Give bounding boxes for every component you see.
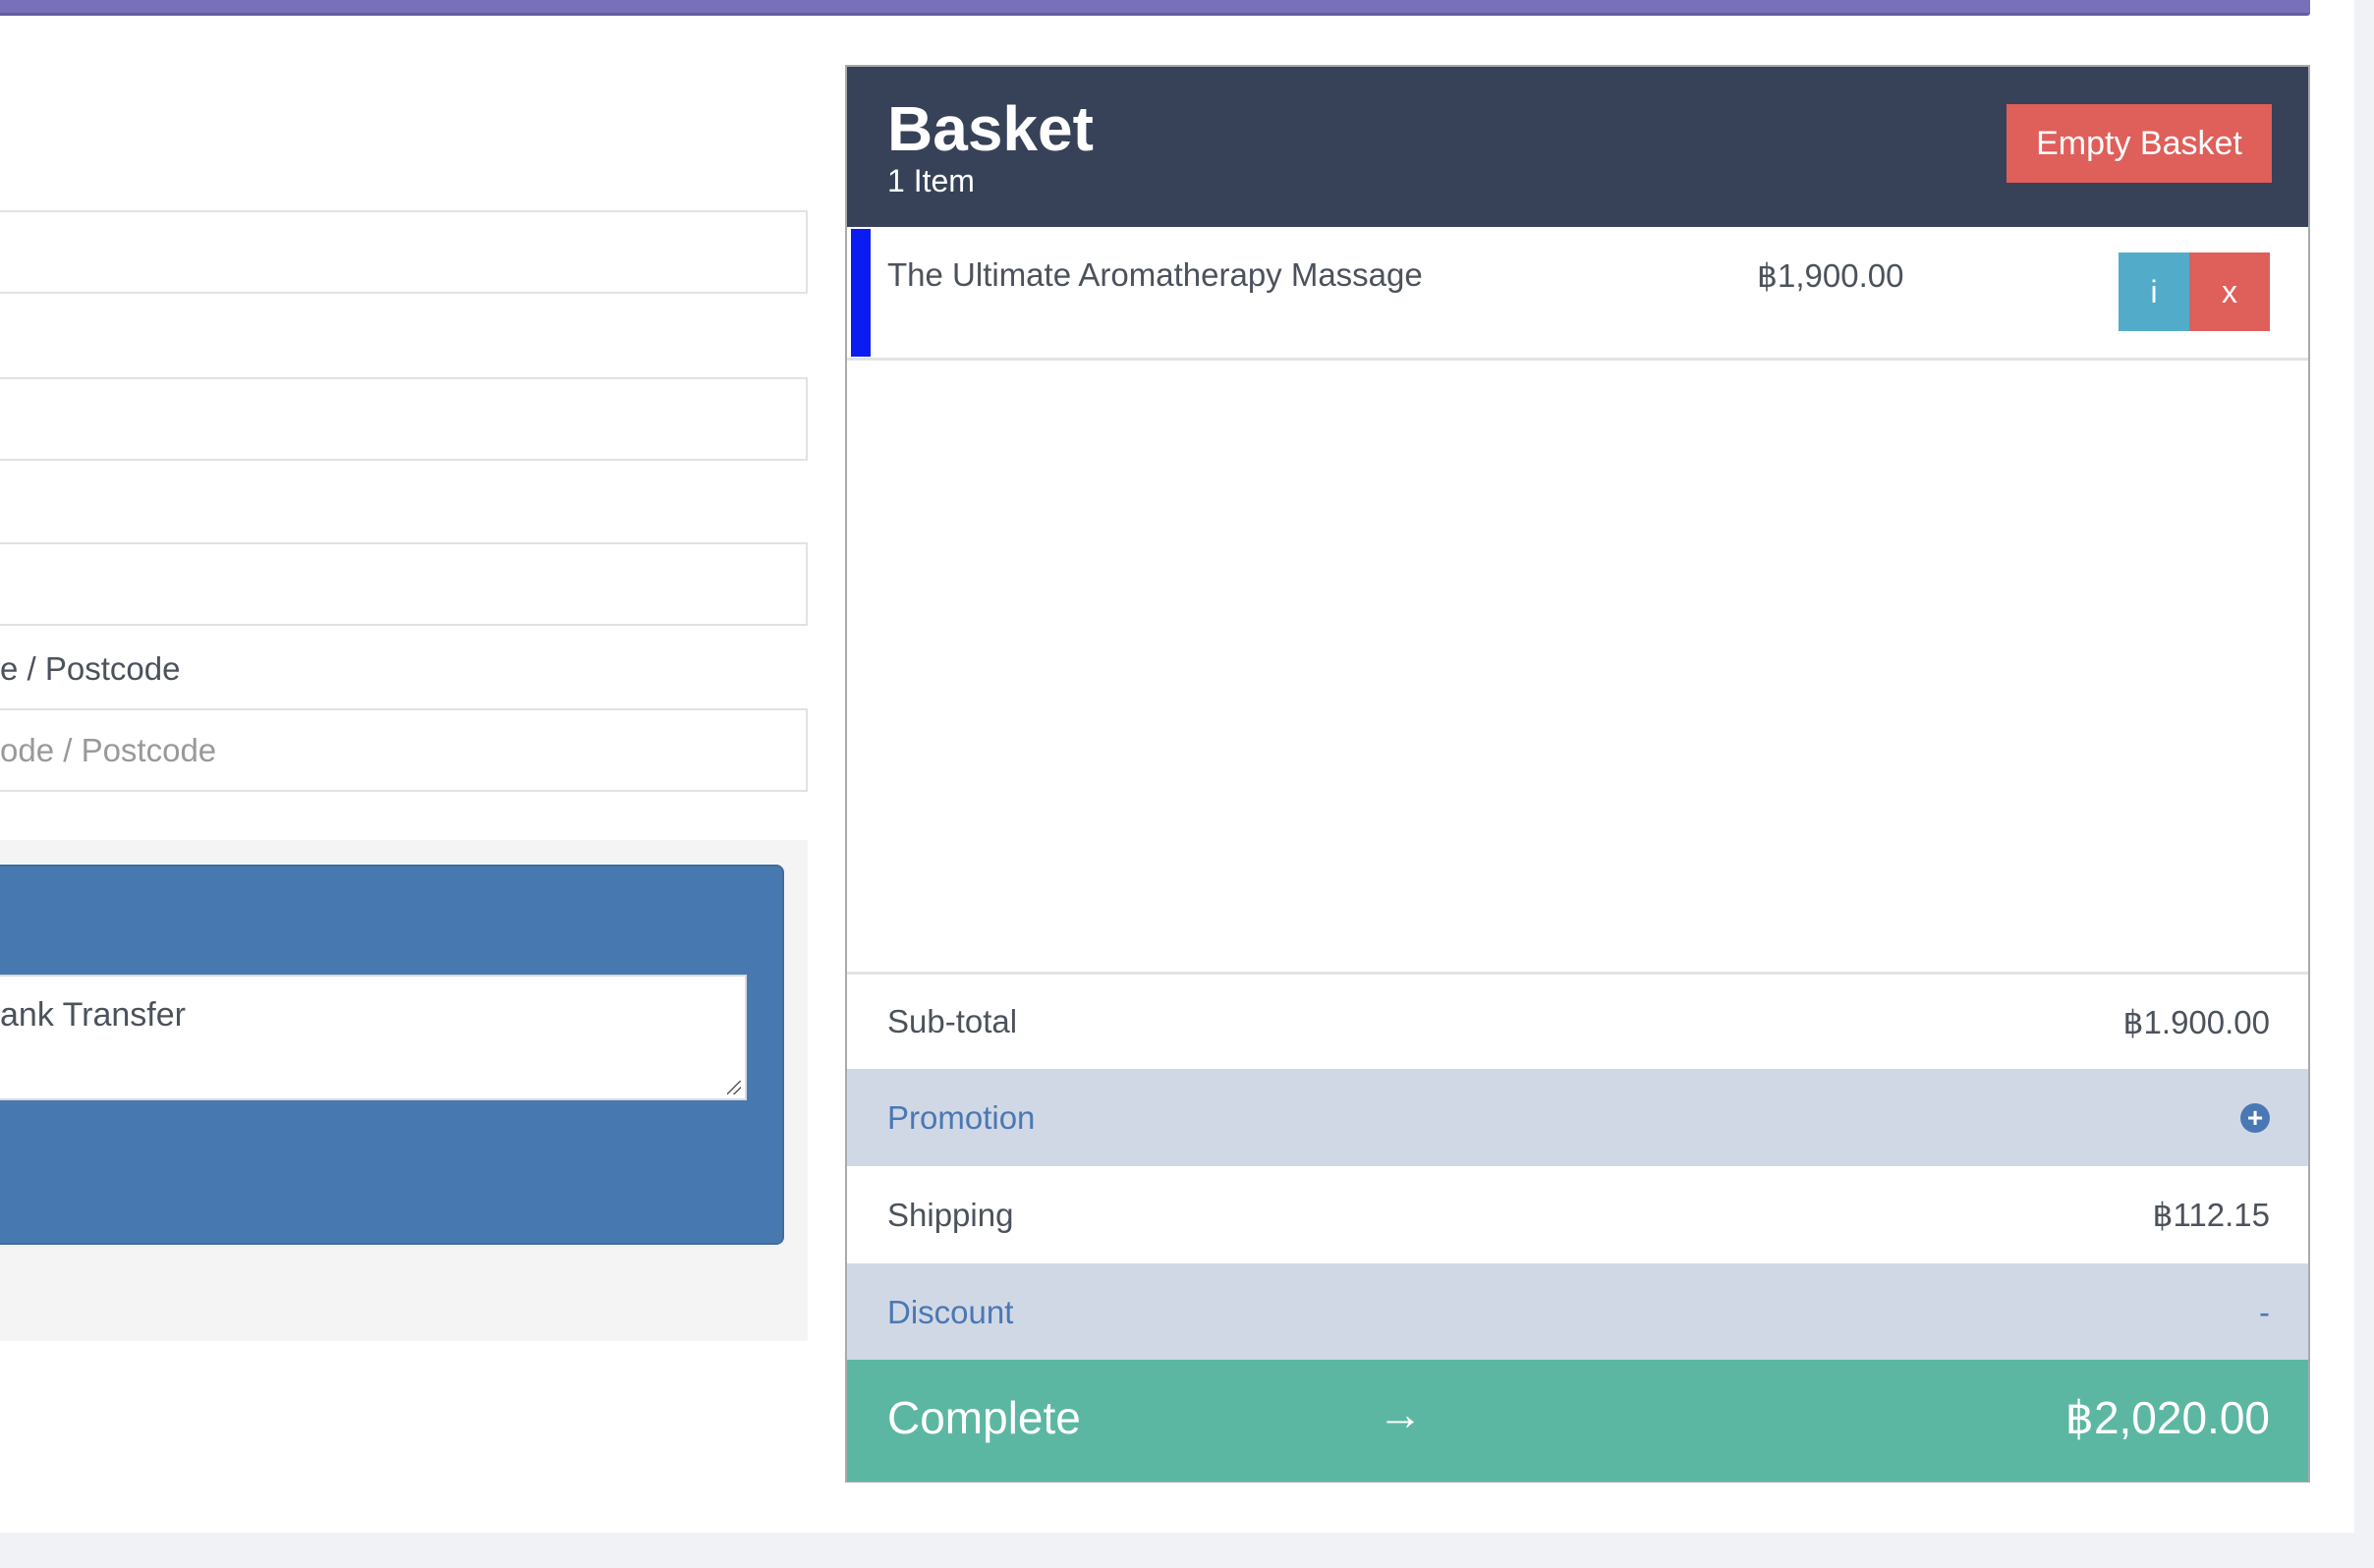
arrow-right-icon: → [1378, 1388, 1423, 1439]
discount-row: Discount - [847, 1263, 2308, 1361]
postcode-placeholder: ode / Postcode [0, 731, 217, 768]
complete-label: Complete [887, 1392, 1081, 1443]
postcode-label: e / Postcode [0, 650, 181, 687]
shipping-value: ฿112.15 [2152, 1197, 2270, 1233]
item-remove-button[interactable]: x [2189, 252, 2270, 331]
complete-button[interactable]: Complete → ฿2,020.00 [847, 1360, 2308, 1482]
address-input-1[interactable] [0, 210, 808, 294]
empty-basket-button[interactable]: Empty Basket [2007, 104, 2272, 183]
scrollbar-track[interactable] [2354, 0, 2374, 1568]
promotion-row[interactable]: Promotion + [847, 1069, 2308, 1166]
address-input-3[interactable] [0, 542, 808, 626]
resize-handle-icon[interactable] [727, 1081, 741, 1094]
complete-total: ฿2,020.00 [2064, 1392, 2270, 1443]
basket-panel: Basket 1 Item Empty Basket The Ultimate … [845, 65, 2310, 1483]
plus-circle-icon[interactable]: + [2240, 1102, 2270, 1133]
address-input-2[interactable] [0, 377, 808, 461]
item-price: ฿1,900.00 [1757, 257, 1904, 294]
payment-method-value: ank Transfer [0, 996, 186, 1034]
item-name: The Ultimate Aromatherapy Massage [887, 256, 1423, 293]
shipping-row: Shipping ฿112.15 [847, 1166, 2308, 1263]
shipping-label: Shipping [887, 1196, 1014, 1233]
basket-header: Basket 1 Item Empty Basket [847, 67, 2308, 227]
subtotal-label: Sub-total [887, 1003, 1018, 1039]
discount-label: Discount [887, 1293, 1014, 1330]
promotion-label: Promotion [887, 1098, 1036, 1136]
basket-item: The Ultimate Aromatherapy Massage ฿1,900… [847, 227, 2308, 361]
top-bar [0, 0, 2310, 16]
item-color-bar [851, 229, 871, 357]
payment-method-textarea[interactable]: ank Transfer [0, 975, 747, 1100]
subtotal-row: Sub-total ฿1.900.00 [847, 972, 2308, 1069]
subtotal-value: ฿1.900.00 [2122, 1003, 2270, 1040]
basket-title: Basket [887, 93, 1094, 164]
postcode-input[interactable]: ode / Postcode [0, 708, 808, 792]
discount-value: - [2259, 1293, 2270, 1330]
item-info-button[interactable]: i [2119, 252, 2189, 331]
basket-item-count: 1 Item [887, 163, 975, 198]
